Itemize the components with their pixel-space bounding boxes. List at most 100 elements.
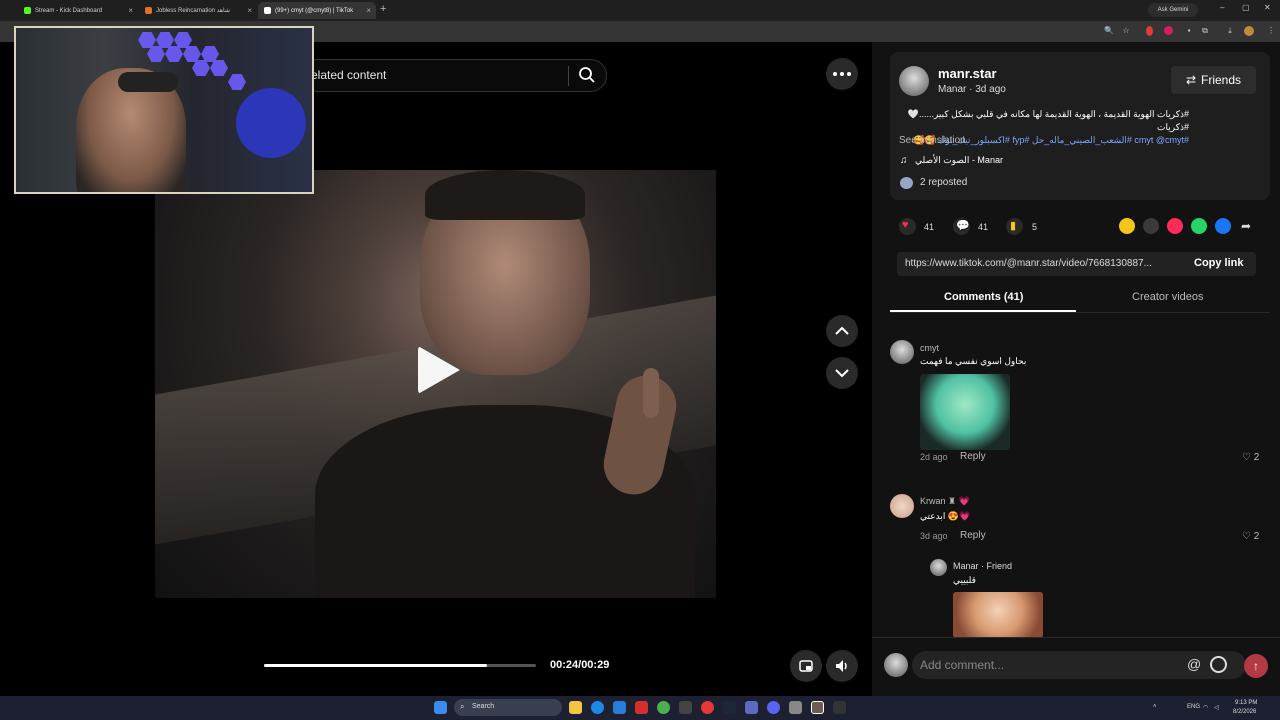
- comment-like-button[interactable]: ♡ 2: [1242, 452, 1259, 463]
- comment-placeholder[interactable]: Add comment...: [920, 658, 1004, 672]
- comment-text: بحاول اسوي نفسي ما فهمت: [920, 356, 1027, 366]
- author-username[interactable]: manr.star: [938, 66, 997, 81]
- send-comment-button[interactable]: ↑: [1244, 654, 1268, 678]
- comment-sticker: [920, 374, 1010, 450]
- reply-button[interactable]: Reply: [960, 451, 986, 462]
- share-repost-icon[interactable]: [1119, 218, 1135, 234]
- chrome-icon[interactable]: [657, 701, 670, 714]
- obs-icon[interactable]: [833, 701, 846, 714]
- browser-tab-bar: Stream - Kick Dashboard × Jobless Reinca…: [0, 0, 1280, 21]
- comment-author[interactable]: cmyt: [920, 343, 939, 353]
- active-tab-indicator: [890, 310, 1076, 312]
- windows-start-icon[interactable]: [434, 701, 447, 714]
- new-tab-button[interactable]: +: [380, 3, 386, 15]
- extensions-puzzle-icon[interactable]: ⧉: [1200, 26, 1210, 36]
- app-icon[interactable]: [679, 701, 692, 714]
- bookmark-icon: ▮: [1010, 220, 1017, 232]
- profile-avatar[interactable]: [1244, 26, 1254, 36]
- video-progress-bar[interactable]: [264, 664, 536, 667]
- play-icon[interactable]: [418, 346, 460, 394]
- pip-icon: [799, 660, 813, 672]
- search-input[interactable]: elated content: [311, 68, 386, 82]
- close-tab-icon[interactable]: ×: [128, 6, 133, 15]
- volume-button[interactable]: [826, 650, 858, 682]
- heart-icon: ♥: [902, 219, 909, 231]
- reposted-count[interactable]: 2 reposted: [920, 177, 967, 188]
- clock-date[interactable]: 8/2/2026: [1233, 709, 1256, 715]
- discord-icon[interactable]: [767, 701, 780, 714]
- zoom-icon[interactable]: 🔍: [1104, 26, 1114, 36]
- app-icon[interactable]: [635, 701, 648, 714]
- volume-icon[interactable]: ◁: [1214, 704, 1219, 711]
- webcam-overlay: [14, 26, 314, 194]
- comment-time: 3d ago: [920, 531, 948, 541]
- reply-button[interactable]: Reply: [960, 530, 986, 541]
- edge-icon[interactable]: [591, 701, 604, 714]
- menu-icon[interactable]: ⋮: [1266, 26, 1276, 36]
- embed-code-icon[interactable]: [1143, 218, 1159, 234]
- copy-link-button[interactable]: Copy link: [1194, 257, 1244, 269]
- whatsapp-icon[interactable]: [1191, 218, 1207, 234]
- browser-tab-tiktok[interactable]: (99+) cmyt (@cmyt8) | TikTok ×: [258, 2, 376, 19]
- mention-icon[interactable]: @: [1187, 656, 1201, 672]
- app-icon[interactable]: [745, 701, 758, 714]
- app-icon[interactable]: [701, 701, 714, 714]
- comment-time: 2d ago: [920, 452, 948, 462]
- reply-author-avatar[interactable]: [930, 559, 947, 576]
- picture-in-picture-button[interactable]: [790, 650, 822, 682]
- reply-author[interactable]: Manar · Friend: [953, 561, 1012, 571]
- more-options-button[interactable]: [826, 58, 858, 90]
- minimize-icon[interactable]: –: [1220, 3, 1224, 12]
- wifi-icon[interactable]: ◠: [1203, 704, 1208, 711]
- steam-icon[interactable]: [723, 701, 736, 714]
- browser-tab-kick[interactable]: Stream - Kick Dashboard ×: [18, 2, 138, 19]
- friends-button[interactable]: ⇄ Friends: [1171, 66, 1256, 94]
- video-time: 00:24/00:29: [550, 659, 610, 671]
- next-video-button[interactable]: [826, 357, 858, 389]
- sound-name[interactable]: الصوت الأصلي - Manar: [915, 155, 1003, 166]
- bookmark-star-icon[interactable]: ☆: [1121, 26, 1131, 36]
- file-explorer-icon[interactable]: [569, 701, 582, 714]
- send-to-friends-icon[interactable]: [1167, 218, 1183, 234]
- browser-tab-anime[interactable]: Jobless Reincarnation شاهد ×: [139, 2, 257, 19]
- video-link[interactable]: https://www.tiktok.com/@manr.star/video/…: [905, 258, 1152, 269]
- tab-creator-videos[interactable]: Creator videos: [1132, 291, 1204, 303]
- outlook-icon[interactable]: [613, 701, 626, 714]
- comment-author[interactable]: Krwan ♜ 💗: [920, 496, 970, 507]
- tab-comments[interactable]: Comments (41): [944, 291, 1023, 303]
- clock-time[interactable]: 9:13 PM: [1235, 700, 1257, 706]
- maximize-icon[interactable]: ▢: [1242, 3, 1250, 12]
- site-icon: [145, 7, 152, 14]
- emoji-icon[interactable]: [1210, 656, 1227, 673]
- close-window-icon[interactable]: ✕: [1264, 3, 1271, 12]
- previous-video-button[interactable]: [826, 315, 858, 347]
- extension-icon[interactable]: ▪: [1184, 26, 1194, 36]
- reply-text: قلبييي: [953, 575, 976, 585]
- close-tab-icon[interactable]: ×: [366, 6, 371, 15]
- taskbar-search[interactable]: ⌕ Search: [454, 699, 562, 716]
- author-avatar[interactable]: [899, 66, 929, 96]
- chevron-down-icon: [835, 369, 849, 378]
- commenter-avatar[interactable]: [890, 494, 914, 518]
- download-icon[interactable]: ⤓: [1225, 26, 1235, 36]
- app-icon[interactable]: [811, 701, 824, 714]
- commenter-avatar[interactable]: [890, 340, 914, 364]
- like-count: 41: [924, 222, 935, 232]
- settings-icon[interactable]: [789, 701, 802, 714]
- reply-image: [953, 592, 1043, 638]
- language-indicator[interactable]: ENG: [1187, 704, 1200, 710]
- see-translation-link[interactable]: See translation: [899, 135, 966, 146]
- extension-icon[interactable]: [1146, 26, 1153, 36]
- friends-icon: ⇄: [1185, 73, 1197, 87]
- comment-text: ابدعتي 😍💗: [920, 511, 971, 521]
- facebook-icon[interactable]: [1215, 218, 1231, 234]
- chevron-up-icon: [835, 326, 849, 335]
- tray-chevron-icon[interactable]: ˄: [1153, 704, 1157, 710]
- share-arrow-icon[interactable]: ➦: [1241, 219, 1251, 233]
- comment-like-button[interactable]: ♡ 2: [1242, 531, 1259, 542]
- search-icon[interactable]: [578, 66, 596, 84]
- close-tab-icon[interactable]: ×: [247, 6, 252, 15]
- extension-icon[interactable]: [1164, 26, 1173, 35]
- volume-icon: [836, 660, 847, 672]
- ask-gemini-button[interactable]: Ask Gemini: [1148, 3, 1198, 17]
